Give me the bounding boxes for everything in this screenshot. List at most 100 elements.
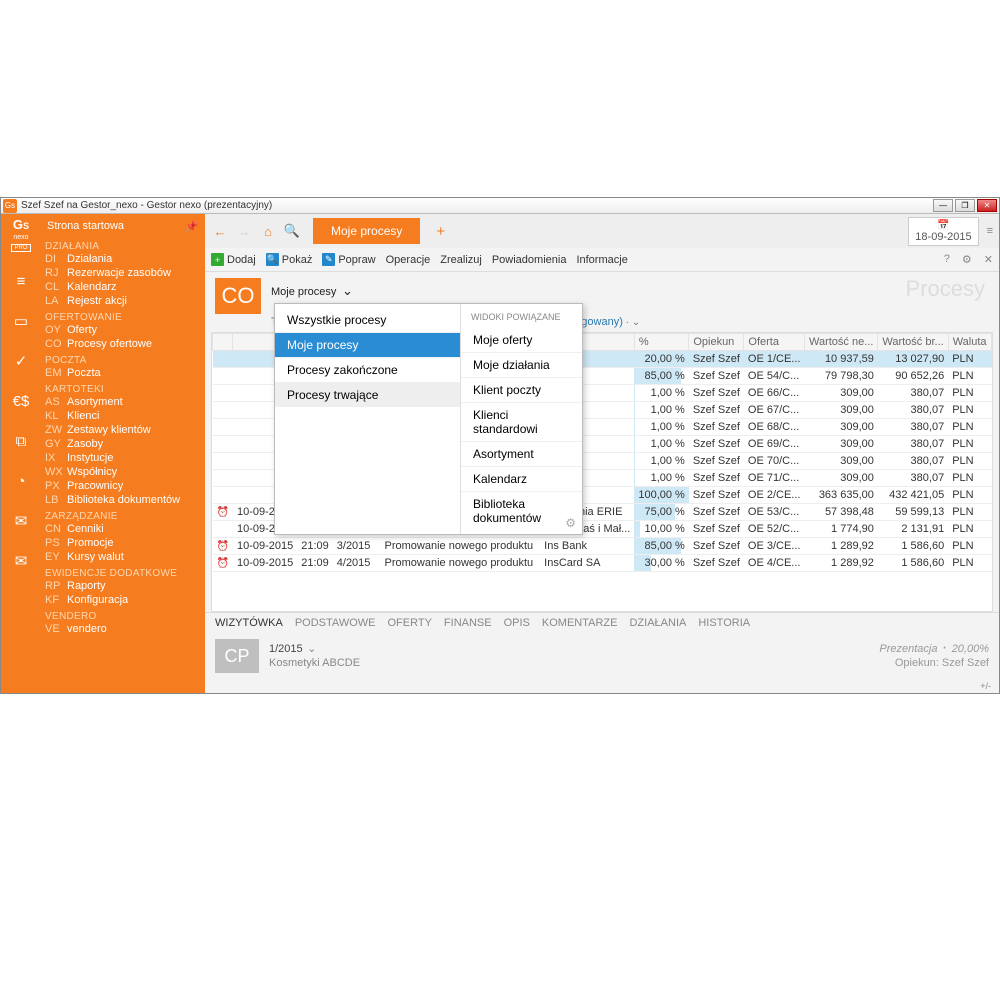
sidebar-item[interactable]: PSPromocje (45, 536, 199, 550)
detail-tab[interactable]: FINANSE (444, 617, 492, 629)
menu-icon[interactable]: ≡ (10, 270, 32, 292)
calendar-icon[interactable]: ⧉ (10, 430, 32, 452)
sidebar-item[interactable]: LBBiblioteka dokumentów (45, 493, 199, 507)
column-header[interactable]: Oferta (744, 334, 805, 351)
help-icon[interactable]: ? (944, 253, 950, 266)
sidebar-item[interactable]: RPRaporty (45, 579, 199, 593)
maximize-button[interactable]: ❐ (955, 199, 975, 212)
dropdown-related-item[interactable]: Asortyment (461, 441, 582, 466)
view-code-badge: CO (215, 278, 261, 314)
currency-icon[interactable]: €$ (10, 390, 32, 412)
mail-icon[interactable]: ✉ (10, 550, 32, 572)
date-picker[interactable]: 📅18-09-2015 (908, 217, 978, 246)
detail-tab[interactable]: PODSTAWOWE (295, 617, 376, 629)
tab-active[interactable]: Moje procesy (313, 218, 420, 244)
ops-button[interactable]: Operacje (386, 254, 431, 266)
sidebar-section-header: ZARZĄDZANIE (45, 511, 199, 522)
dropdown-item[interactable]: Wszystkie procesy (275, 308, 460, 332)
footer-toggle[interactable]: +/- (205, 679, 999, 693)
detail-number[interactable]: 1/2015 ⌄ (269, 639, 869, 657)
nav-search-icon[interactable]: 🔍 (283, 223, 301, 239)
column-header[interactable]: Wartość br... (878, 334, 948, 351)
timer-icon[interactable]: ◔ (10, 470, 32, 492)
dropdown-gear-icon[interactable]: ⚙ (565, 516, 576, 530)
dropdown-item[interactable]: Moje procesy (275, 332, 460, 357)
close-view-icon[interactable]: ✕ (984, 253, 993, 266)
sidebar-item[interactable]: EMPoczta (45, 366, 199, 380)
show-button[interactable]: 🔍Pokaż (266, 253, 313, 266)
view-ghost-label: Procesy (906, 276, 985, 302)
detail-tab[interactable]: OFERTY (388, 617, 432, 629)
dropdown-related-item[interactable]: Moje działania (461, 352, 582, 377)
nav-back-icon[interactable]: ← (211, 224, 229, 239)
detail-tab[interactable]: OPIS (504, 617, 530, 629)
sidebar-item[interactable]: OYOferty (45, 323, 199, 337)
sidebar-item[interactable]: WXWspółnicy (45, 465, 199, 479)
notif-button[interactable]: Powiadomienia (492, 254, 567, 266)
column-header[interactable]: Flaga (991, 334, 993, 351)
view-title[interactable]: Moje procesy ⌄ (271, 278, 353, 301)
detail-owner: Opiekun: Szef Szef (879, 657, 989, 669)
menu-button[interactable]: ≡ (987, 225, 993, 237)
detail-tab[interactable]: KOMENTARZE (542, 617, 618, 629)
sidebar-item[interactable]: COProcesy ofertowe (45, 337, 199, 351)
dropdown-related-item[interactable]: Klienci standardowi (461, 402, 582, 441)
card-icon[interactable]: ▭ (10, 310, 32, 332)
toolbar: +Dodaj 🔍Pokaż ✎Popraw Operacje Zrealizuj… (205, 248, 999, 272)
column-header[interactable]: Waluta (948, 334, 991, 351)
dropdown-related-item[interactable]: Kalendarz (461, 466, 582, 491)
sidebar-start[interactable]: Strona startowa📌 (45, 218, 199, 237)
detail-tab[interactable]: HISTORIA (698, 617, 750, 629)
mail-sent-icon[interactable]: ✉ (10, 510, 32, 532)
nav-fwd-icon[interactable]: → (235, 224, 253, 239)
tab-add-button[interactable]: + (426, 223, 455, 240)
sidebar-item[interactable]: KFKonfiguracja (45, 593, 199, 607)
column-header[interactable]: Wartość ne... (804, 334, 877, 351)
table-row[interactable]: ⏰10-09-201521:094/2015Promowanie nowego … (213, 555, 994, 572)
sidebar-item[interactable]: IXInstytucje (45, 451, 199, 465)
detail-status: Prezentacja · 20,00% (879, 639, 989, 657)
sidebar-item[interactable]: DIDziałania (45, 252, 199, 266)
column-header[interactable] (213, 334, 233, 351)
sidebar-section-header: OFERTOWANIE (45, 312, 199, 323)
sidebar-item[interactable]: ZWZestawy klientów (45, 423, 199, 437)
pin-icon[interactable]: 📌 (185, 220, 199, 233)
fix-button[interactable]: ✎Popraw (322, 253, 375, 266)
info-button[interactable]: Informacje (576, 254, 627, 266)
sidebar-item[interactable]: KLKlienci (45, 409, 199, 423)
table-row[interactable]: ⏰10-09-201521:093/2015Promowanie nowego … (213, 538, 994, 555)
window-title: Szef Szef na Gestor_nexo - Gestor nexo (… (21, 200, 933, 211)
close-button[interactable]: ✕ (977, 199, 997, 212)
sidebar-item[interactable]: RJRezerwacje zasobów (45, 266, 199, 280)
detail-tab[interactable]: WIZYTÓWKA (215, 617, 283, 629)
dropdown-related-item[interactable]: Biblioteka dokumentów (461, 491, 582, 530)
detail-code-badge: CP (215, 639, 259, 673)
dropdown-item[interactable]: Procesy zakończone (275, 357, 460, 382)
detail-tab[interactable]: DZIAŁANIA (629, 617, 686, 629)
sidebar-section-header: EWIDENCJE DODATKOWE (45, 568, 199, 579)
realize-button[interactable]: Zrealizuj (440, 254, 482, 266)
sidebar-item[interactable]: CLKalendarz (45, 280, 199, 294)
product-logo: GSnexoPRO (11, 218, 30, 252)
dropdown-related-item[interactable]: Moje oferty (461, 328, 582, 352)
gear-icon[interactable]: ⚙ (962, 253, 972, 266)
dropdown-related-item[interactable]: Klient poczty (461, 377, 582, 402)
sidebar-section-header: VENDERO (45, 611, 199, 622)
sidebar-item[interactable]: PXPracownicy (45, 479, 199, 493)
detail-subtitle: Kosmetyki ABCDE (269, 657, 869, 669)
sidebar-item[interactable]: ASAsortyment (45, 395, 199, 409)
add-button[interactable]: +Dodaj (211, 253, 256, 266)
sidebar-item[interactable]: VEvendero (45, 622, 199, 636)
check-icon[interactable]: ✓ (10, 350, 32, 372)
sidebar-item[interactable]: CNCenniki (45, 522, 199, 536)
minimize-button[interactable]: — (933, 199, 953, 212)
sidebar-item[interactable]: GYZasoby (45, 437, 199, 451)
sidebar-item[interactable]: EYKursy walut (45, 550, 199, 564)
sidebar-section-header: KARTOTEKI (45, 384, 199, 395)
column-header[interactable]: % (634, 334, 688, 351)
nav-home-icon[interactable]: ⌂ (259, 224, 277, 239)
column-header[interactable]: Opiekun (689, 334, 744, 351)
sidebar-item[interactable]: LARejestr akcji (45, 294, 199, 308)
dropdown-item[interactable]: Procesy trwające (275, 382, 460, 407)
chevron-down-icon: ⌄ (307, 643, 316, 655)
